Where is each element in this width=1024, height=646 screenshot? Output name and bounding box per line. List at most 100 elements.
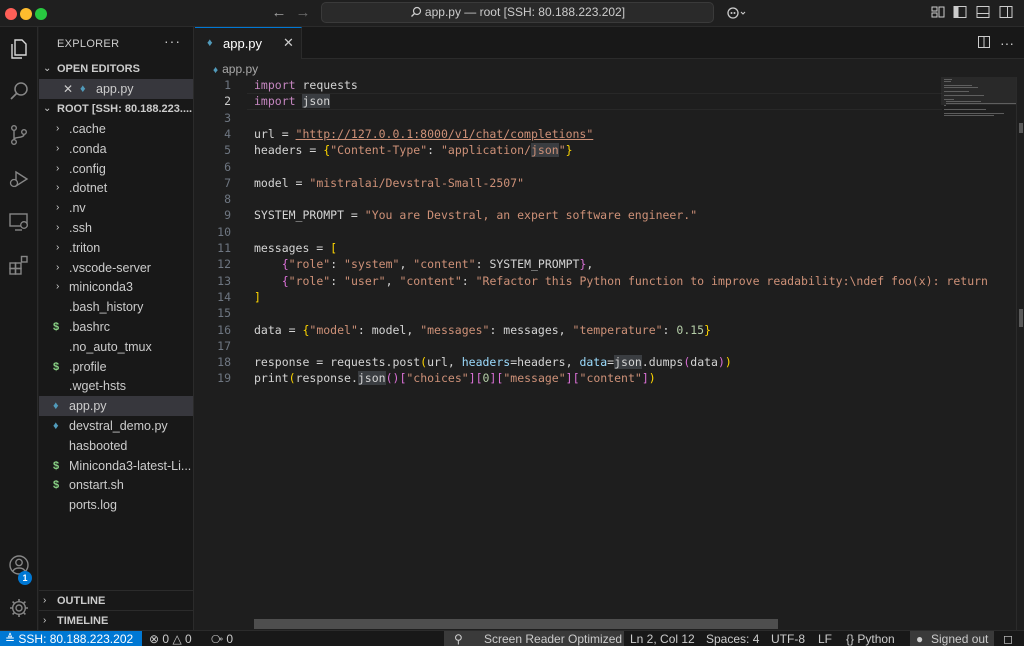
file-item[interactable]: ports.log (39, 495, 193, 515)
screen-reader-indicator[interactable]: ⚲ Screen Reader Optimized (444, 631, 624, 646)
encoding[interactable]: UTF-8 (771, 631, 805, 646)
accounts-icon[interactable]: 1 (0, 547, 38, 585)
folder-label: .conda (69, 141, 107, 156)
file-label: Miniconda3-latest-Li... (69, 458, 192, 473)
horizontal-scrollbar[interactable] (254, 619, 778, 629)
notifications-bell-icon[interactable]: ◻ (1003, 631, 1013, 646)
end-of-line[interactable]: LF (818, 631, 832, 646)
window-minimize-button[interactable] (20, 8, 32, 20)
file-label: app.py (69, 399, 107, 414)
search-icon[interactable] (0, 73, 38, 109)
toggle-secondary-sidebar-icon[interactable] (998, 4, 1016, 22)
chevron-right-icon: › (56, 281, 60, 293)
code-line: {"role": "system", "content": SYSTEM_PRO… (281, 257, 594, 272)
cursor-position[interactable]: Ln 2, Col 12 (630, 631, 695, 646)
file-item[interactable]: .bash_history (39, 297, 193, 317)
run-debug-icon[interactable] (0, 161, 38, 197)
tab-app-py[interactable]: ♦ app.py ✕ (195, 27, 302, 59)
file-item[interactable]: $ onstart.sh (39, 475, 193, 495)
file-item[interactable]: ♦ app.py (39, 396, 193, 417)
code-line: SYSTEM_PROMPT = "You are Devstral, an ex… (254, 208, 698, 223)
close-tab-icon[interactable]: ✕ (283, 35, 294, 51)
line-number: 9 (224, 208, 231, 223)
settings-gear-icon[interactable] (0, 590, 38, 626)
extensions-icon[interactable] (0, 247, 38, 283)
problems-indicator[interactable]: ⊗ 0 △ 0 (149, 631, 192, 646)
more-actions-icon[interactable]: ··· (999, 35, 1015, 51)
close-icon[interactable]: ✕ (63, 79, 73, 99)
current-line-highlight (247, 93, 942, 110)
code-line: messages = [ (254, 241, 338, 255)
open-editors-header[interactable]: ⌄ OPEN EDITORS (39, 59, 193, 79)
minimap[interactable] (941, 77, 1016, 630)
folder-item[interactable]: › .cache (39, 119, 193, 139)
remote-indicator[interactable]: ≜ SSH: 80.188.223.202 (0, 631, 142, 646)
line-number: 16 (217, 322, 231, 337)
line-number: 7 (224, 175, 231, 190)
folder-item[interactable]: › .triton (39, 238, 193, 258)
folder-label: miniconda3 (69, 280, 133, 295)
signed-out-indicator[interactable]: ● Signed out (910, 631, 994, 646)
tab-bar: ♦ app.py ✕ ··· (195, 27, 1024, 59)
timeline-header[interactable]: › TIMELINE (39, 610, 193, 630)
scroll-thumb[interactable] (1019, 309, 1023, 327)
folder-item[interactable]: › .nv (39, 198, 193, 218)
more-actions-icon[interactable]: ··· (164, 33, 181, 49)
line-number: 11 (217, 241, 231, 255)
language-mode[interactable]: {} Python (846, 631, 895, 646)
file-item[interactable]: .wget-hsts (39, 376, 193, 396)
ports-indicator[interactable]: ⧂ 0 (211, 631, 233, 646)
indentation[interactable]: Spaces: 4 (706, 631, 759, 646)
back-arrow-icon[interactable]: ← (270, 4, 288, 22)
line-number: 19 (217, 371, 231, 386)
command-center[interactable]: app.py — root [SSH: 80.188.223.202] (321, 2, 714, 23)
scroll-thumb[interactable] (1019, 123, 1023, 133)
outline-header[interactable]: › OUTLINE (39, 590, 193, 610)
line-number: 14 (217, 289, 231, 304)
file-label: .bash_history (69, 300, 144, 315)
file-item[interactable]: .no_auto_tmux (39, 337, 193, 357)
line-number: 5 (224, 143, 231, 158)
customize-layout-icon[interactable] (930, 4, 948, 22)
python-file-icon: ♦ (207, 37, 213, 49)
folder-item[interactable]: › .dotnet (39, 178, 193, 198)
window-maximize-button[interactable] (35, 8, 47, 20)
forward-arrow-icon[interactable]: → (294, 4, 312, 22)
open-editor-item[interactable]: ✕ ♦ app.py (39, 79, 193, 99)
line-number: 1 (224, 78, 231, 92)
folder-item[interactable]: › .ssh (39, 218, 193, 238)
file-label: .no_auto_tmux (69, 339, 152, 354)
folder-item[interactable]: › .config (39, 159, 193, 179)
line-number: 12 (217, 257, 231, 272)
folder-item[interactable]: › miniconda3 (39, 277, 193, 297)
code-line: import requests (254, 78, 358, 92)
folder-label: .cache (69, 122, 106, 136)
toggle-primary-sidebar-icon[interactable] (952, 4, 970, 22)
source-control-icon[interactable] (0, 117, 38, 153)
root-folder-header[interactable]: ⌄ ROOT [SSH: 80.188.223.... (39, 99, 193, 119)
tab-label: app.py (223, 36, 263, 51)
chevron-right-icon: › (56, 222, 60, 233)
explorer-sidebar: EXPLORER ··· ⌄ OPEN EDITORS ✕ ♦ app.py ⌄ R… (39, 27, 194, 630)
file-item[interactable]: hasbooted (39, 436, 193, 456)
folder-item[interactable]: › .conda (39, 139, 193, 159)
file-item[interactable]: ♦ devstral_demo.py (39, 416, 193, 436)
split-editor-icon[interactable] (976, 35, 992, 51)
breadcrumb[interactable]: ♦ app.py (213, 62, 258, 76)
file-item[interactable]: $ .bashrc (39, 317, 193, 337)
toggle-panel-icon[interactable] (975, 4, 993, 22)
code-line: print(response.json()["choices"][0]["mes… (254, 371, 656, 386)
explorer-icon[interactable] (0, 31, 38, 67)
folder-item[interactable]: › .vscode-server (39, 258, 193, 278)
file-item[interactable]: $ Miniconda3-latest-Li... (39, 456, 193, 476)
copilot-icon[interactable] (726, 4, 746, 22)
activity-bar: 1 (0, 27, 38, 630)
vertical-scrollbar[interactable] (1016, 77, 1024, 630)
window-close-button[interactable] (5, 8, 17, 20)
file-label: ports.log (69, 498, 117, 513)
file-label: .wget-hsts (69, 379, 126, 394)
chevron-right-icon: › (56, 123, 60, 134)
file-item[interactable]: $ .profile (39, 357, 193, 377)
chevron-right-icon: › (43, 615, 47, 626)
remote-explorer-icon[interactable] (0, 204, 38, 240)
